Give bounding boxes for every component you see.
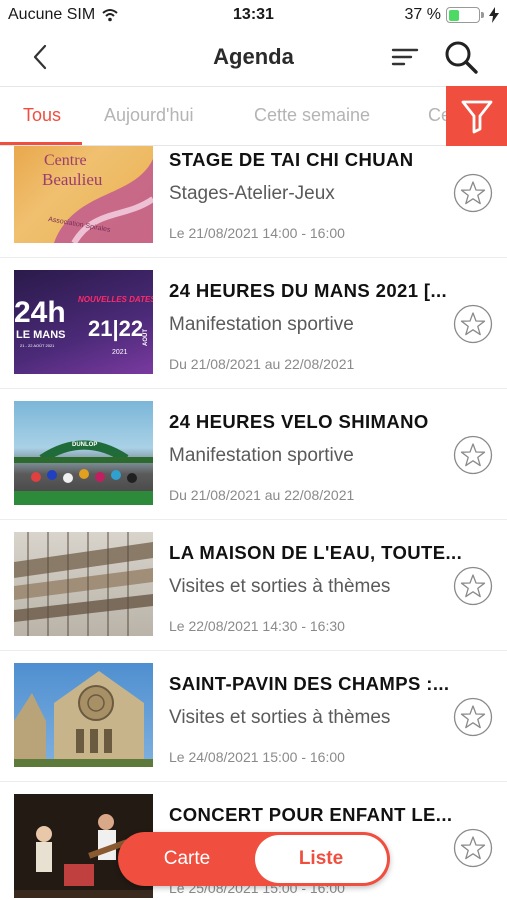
thumb-text: DUNLOP [72,442,97,448]
thumb-text: NOUVELLES DATES [78,295,153,304]
event-date: Le 21/08/2021 14:00 - 16:00 [169,225,345,241]
thumb-text: 2021 [112,349,128,356]
bolt-icon [489,7,499,23]
battery-level [448,9,460,21]
navigation-bar: Agenda [0,30,507,86]
event-title: 24 HEURES VELO SHIMANO [169,411,429,432]
tab-cette-semaine[interactable]: Cette semaine [254,105,370,126]
thumb-text: Beaulieu [42,170,103,189]
thumb-text: 21 - 22 AOÛT 2021 [20,343,55,348]
battery-icon [446,7,484,23]
event-list: Centre Beaulieu Association Spirales STA… [0,146,507,900]
event-date: Du 21/08/2021 au 22/08/2021 [169,487,355,503]
map-view-button[interactable]: Carte [118,832,256,886]
event-title: CONCERT POUR ENFANT LE... [169,804,453,825]
event-title: SAINT-PAVIN DES CHAMPS :... [169,673,450,694]
event-title: LA MAISON DE L'EAU, TOUTE... [169,542,463,563]
event-title: 24 HEURES DU MANS 2021 [... [169,280,448,301]
event-category: Stages-Atelier-Jeux [169,183,335,204]
tab-tous[interactable]: Tous [23,105,61,126]
list-item[interactable]: 24h LE MANS 21 - 22 AOÛT 2021 NOUVELLES … [0,258,507,389]
star-outline-icon[interactable] [453,828,493,868]
search-icon[interactable] [442,38,480,76]
status-bar: Aucune SIM 13:31 37 % [0,0,507,30]
filter-button[interactable] [446,86,507,146]
list-item[interactable]: Centre Beaulieu Association Spirales STA… [0,146,507,258]
view-toggle: Carte Liste [118,832,390,886]
event-thumbnail [14,532,153,636]
thumb-text: AOÛT [142,329,149,346]
list-view-button[interactable]: Liste [255,835,387,883]
event-date: Le 24/08/2021 15:00 - 16:00 [169,749,345,765]
event-category: Visites et sorties à thèmes [169,707,391,728]
sort-lines-icon[interactable] [388,42,422,72]
event-thumbnail [14,663,153,767]
thumb-text: 21|22 [88,316,143,341]
thumb-text: Centre [44,152,87,169]
list-item[interactable]: SAINT-PAVIN DES CHAMPS :... Visites et s… [0,651,507,782]
event-category: Visites et sorties à thèmes [169,576,391,597]
event-category: Manifestation sportive [169,314,354,335]
star-outline-icon[interactable] [453,566,493,606]
filter-tabs: Tous Aujourd'hui Cette semaine Ce [0,86,507,146]
page-title: Agenda [213,44,294,69]
event-thumbnail: Centre Beaulieu Association Spirales [14,146,153,243]
event-date: Le 22/08/2021 14:30 - 16:30 [169,618,345,634]
funnel-icon [461,100,492,134]
battery-percent: 37 % [404,6,441,23]
event-date: Du 21/08/2021 au 22/08/2021 [169,356,355,372]
thumb-text: 24h [14,296,66,329]
list-item[interactable]: DUNLOP 24 HEURES VELO SHIMANO Manifestat… [0,389,507,520]
list-item[interactable]: LA MAISON DE L'EAU, TOUTE... Visites et … [0,520,507,651]
thumb-text: LE MANS [16,329,66,341]
event-thumbnail: DUNLOP [14,401,153,505]
event-category: Manifestation sportive [169,445,354,466]
event-title: STAGE DE TAI CHI CHUAN [169,149,414,170]
star-outline-icon[interactable] [453,435,493,475]
tab-aujourdhui[interactable]: Aujourd'hui [104,105,194,126]
star-outline-icon[interactable] [453,173,493,213]
event-thumbnail: 24h LE MANS 21 - 22 AOÛT 2021 NOUVELLES … [14,270,153,374]
star-outline-icon[interactable] [453,304,493,344]
star-outline-icon[interactable] [453,697,493,737]
